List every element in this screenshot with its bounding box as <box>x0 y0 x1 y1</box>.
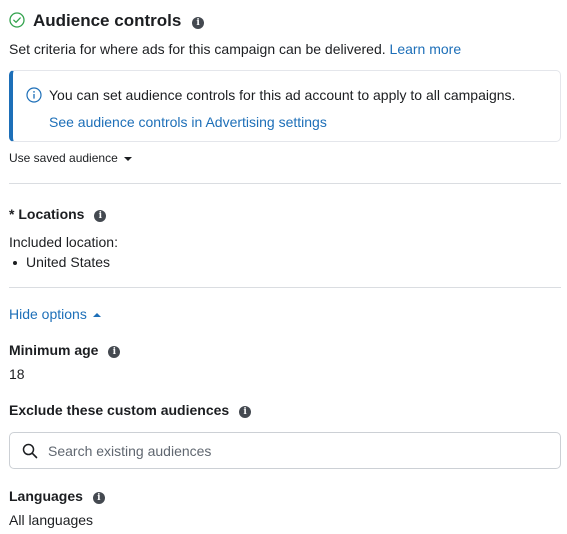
info-icon[interactable]: i <box>192 17 205 29</box>
languages-header: Languages i <box>9 487 105 505</box>
section-header: Audience controls i <box>33 10 205 32</box>
location-list-item: United States <box>9 253 110 271</box>
notice-text: You can set audience controls for this a… <box>49 87 516 103</box>
divider <box>9 287 561 288</box>
check-circle-icon <box>9 12 25 28</box>
languages-title: Languages <box>9 488 83 504</box>
advertising-settings-link[interactable]: See audience controls in Advertising set… <box>49 113 327 131</box>
divider <box>9 183 561 184</box>
section-title: Audience controls <box>33 11 182 30</box>
included-location-label: Included location: <box>9 234 118 250</box>
learn-more-link[interactable]: Learn more <box>390 41 462 57</box>
hide-options-label: Hide options <box>9 306 87 322</box>
info-notice: You can set audience controls for this a… <box>9 70 561 142</box>
description-text: Set criteria for where ads for this camp… <box>9 41 386 57</box>
minimum-age-title: Minimum age <box>9 342 99 358</box>
saved-audience-label: Use saved audience <box>9 151 118 165</box>
search-icon <box>22 443 38 459</box>
info-icon[interactable]: i <box>108 346 121 358</box>
location-value: United States <box>26 254 111 270</box>
audience-search-box[interactable] <box>9 432 561 469</box>
custom-audiences-header: Exclude these custom audiences i <box>9 401 252 419</box>
chevron-down-icon <box>123 156 132 161</box>
custom-audiences-title: Exclude these custom audiences <box>9 402 230 418</box>
info-circle-icon <box>26 87 42 103</box>
saved-audience-dropdown[interactable]: Use saved audience <box>9 150 132 166</box>
info-icon[interactable]: i <box>239 406 252 418</box>
minimum-age-header: Minimum age i <box>9 341 121 359</box>
locations-header: * Locations i <box>9 205 107 223</box>
info-icon[interactable]: i <box>92 492 105 504</box>
locations-title: * Locations <box>9 206 85 222</box>
search-input[interactable] <box>48 439 548 462</box>
languages-value: All languages <box>9 512 94 528</box>
hide-options-toggle[interactable]: Hide options <box>9 305 101 323</box>
minimum-age-value: 18 <box>9 366 25 382</box>
bullet-icon <box>13 261 17 266</box>
chevron-up-icon <box>92 313 101 318</box>
info-icon[interactable]: i <box>94 210 107 222</box>
section-description: Set criteria for where ads for this camp… <box>9 40 461 58</box>
